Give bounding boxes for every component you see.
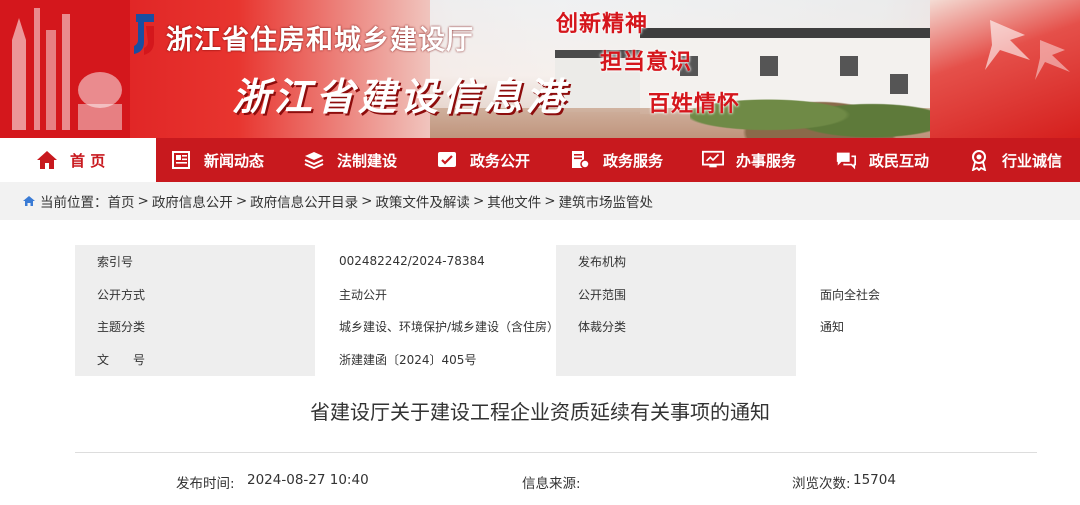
meta-value: 浙建建函〔2024〕405号 [315, 343, 556, 376]
meta-row: 公开方式 主动公开 公开范围 面向全社会 [75, 277, 1037, 311]
skyline-icon [0, 0, 130, 138]
breadcrumb-gov-info[interactable]: 政府信息公开 [152, 191, 233, 211]
meta-label: 公开方式 [75, 277, 315, 311]
meta-value [796, 245, 1037, 278]
home-icon [36, 149, 58, 171]
slogan-3: 百姓情怀 [648, 91, 741, 117]
breadcrumb-separator: > [361, 193, 373, 209]
article-title: 省建设厅关于建设工程企业资质延续有关事项的通知 [310, 400, 770, 424]
banner-window [840, 56, 858, 76]
nav-label: 政民互动 [869, 151, 930, 170]
meta-label: 公开范围 [556, 277, 796, 311]
meta-row: 索引号 002482242/2024-78384 发布机构 [75, 245, 1037, 278]
banner-red-edge [930, 0, 1080, 138]
breadcrumb-market-dept[interactable]: 建筑市场监管处 [559, 191, 654, 211]
meta-row: 主题分类 城乡建设、环境保护/城乡建设（含住房） 体裁分类 通知 [75, 310, 1037, 344]
nav-item-public-affairs[interactable]: 政务公开 [422, 138, 555, 182]
breadcrumb-separator: > [137, 193, 149, 209]
meta-label: 发布机构 [556, 245, 796, 278]
chat-icon [835, 149, 857, 171]
nav-item-integrity[interactable]: 行业诚信 [954, 138, 1080, 182]
breadcrumb-separator: > [472, 193, 485, 209]
meta-value: 主动公开 [315, 277, 556, 311]
slogan-2: 担当意识 [600, 49, 693, 75]
views-value: 15704 [853, 472, 896, 488]
nav-item-legal[interactable]: 法制建设 [289, 138, 422, 182]
meta-value: 002482242/2024-78384 [315, 245, 556, 278]
org-name: 浙江省住房和城乡建设厅 [166, 25, 474, 56]
breadcrumb: 当前位置： 首页 > 政府信息公开 > 政府信息公开目录 > 政策文件及解读 >… [0, 182, 1080, 220]
meta-label [556, 343, 796, 376]
nav-item-interaction[interactable]: 政民互动 [821, 138, 954, 182]
meta-label: 文 号 [75, 343, 315, 376]
site-name: 浙江省建设信息港 [232, 74, 569, 119]
meta-label: 主题分类 [75, 310, 315, 344]
nav-label: 行业诚信 [1002, 151, 1063, 170]
meta-row: 文 号 浙建建函〔2024〕405号 [75, 343, 1037, 376]
site-banner: 浙江省住房和城乡建设厅 浙江省建设信息港 创新精神 担当意识 百姓情怀 [0, 0, 1080, 138]
nav-label: 办事服务 [736, 151, 797, 170]
source-label: 信息来源: [522, 476, 581, 492]
logo-icon [134, 14, 154, 55]
meta-value [796, 343, 1037, 376]
document-meta-table: 索引号 002482242/2024-78384 发布机构 公开方式 主动公开 … [75, 245, 1037, 376]
slogan-1: 创新精神 [556, 11, 649, 37]
views-label: 浏览次数: [792, 476, 851, 492]
banner-window [760, 56, 778, 76]
meta-value: 通知 [796, 310, 1037, 344]
title-divider [75, 452, 1037, 453]
announcement-icon [436, 149, 458, 171]
layers-icon [303, 149, 325, 171]
breadcrumb-gov-info-catalog[interactable]: 政府信息公开目录 [250, 191, 358, 211]
dove-icon [985, 20, 1070, 80]
newspaper-icon [170, 149, 192, 171]
monitor-icon [702, 149, 724, 171]
nav-label: 新闻动态 [204, 151, 265, 170]
publish-time-label: 发布时间: [176, 476, 235, 492]
breadcrumb-home[interactable]: 首页 [108, 191, 135, 211]
breadcrumb-policy-files[interactable]: 政策文件及解读 [375, 191, 470, 211]
nav-item-gov-service[interactable]: 政务服务 [555, 138, 688, 182]
nav-label: 政务公开 [470, 151, 531, 170]
medal-icon [968, 149, 990, 171]
nav-label: 首 页 [70, 151, 106, 170]
breadcrumb-prefix: 当前位置： [40, 195, 108, 211]
location-home-icon [22, 195, 36, 207]
nav-label: 法制建设 [337, 151, 398, 170]
publish-time-value: 2024-08-27 10:40 [247, 472, 369, 488]
main-nav: 首 页 新闻动态 法制建设 政务公开 政务服务 办事服务 政民互动 行业诚信 [0, 138, 1080, 182]
breadcrumb-separator: > [544, 193, 556, 209]
nav-item-affairs-service[interactable]: 办事服务 [688, 138, 821, 182]
meta-value: 城乡建设、环境保护/城乡建设（含住房） [315, 310, 559, 344]
breadcrumb-other-files[interactable]: 其他文件 [487, 191, 541, 211]
meta-label: 体裁分类 [556, 310, 796, 344]
breadcrumb-separator: > [235, 193, 248, 209]
nav-label: 政务服务 [603, 151, 664, 170]
meta-value: 面向全社会 [796, 277, 1037, 311]
nav-item-home[interactable]: 首 页 [0, 138, 156, 182]
meta-label: 索引号 [75, 245, 315, 278]
nav-item-news[interactable]: 新闻动态 [156, 138, 289, 182]
document-service-icon [569, 149, 591, 171]
